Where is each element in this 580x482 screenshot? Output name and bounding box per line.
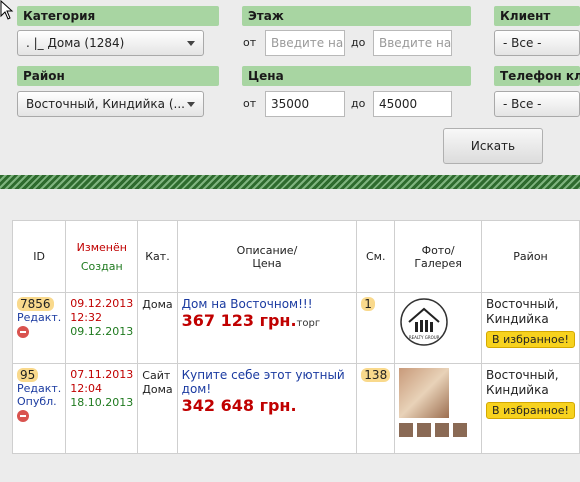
- price-to-label: до: [351, 97, 366, 110]
- table-row: 95 Редакт. Опубл. 07.11.2013 12:04 18.10…: [11, 363, 580, 454]
- district-label: Район: [17, 66, 219, 86]
- client-select-value: - Все -: [503, 36, 542, 50]
- floor-to-label: до: [351, 36, 366, 49]
- filter-panel: Категория . |_ Дома (1284) Этаж от Введи…: [0, 0, 580, 175]
- cell-description: Купите себе этот уютный дом! 342 648 грн…: [176, 363, 358, 454]
- price-note: торг: [296, 318, 321, 329]
- modified-date: 09.12.2013: [70, 297, 134, 310]
- category-select[interactable]: . |_ Дома (1284): [17, 30, 204, 56]
- cell-sm: 138: [356, 363, 396, 454]
- cell-dates: 07.11.2013 12:04 18.10.2013: [65, 363, 139, 454]
- sm-count: 138: [361, 368, 391, 382]
- header-created: Создан: [80, 259, 123, 273]
- header-id[interactable]: ID: [11, 220, 67, 293]
- district-select[interactable]: Восточный, Киндийка (...: [17, 91, 204, 117]
- category-text: Сайт Дома: [142, 369, 173, 396]
- gallery-thumb[interactable]: [453, 423, 468, 437]
- header-modified-created[interactable]: Изменён Создан: [65, 220, 139, 293]
- price-from-input[interactable]: 35000: [265, 91, 345, 117]
- floor-from-input[interactable]: Введите нач: [265, 30, 345, 56]
- gallery-thumb[interactable]: [435, 423, 450, 437]
- category-label: Категория: [17, 6, 219, 26]
- district-text: Восточный, Киндийка: [486, 368, 559, 397]
- delete-icon[interactable]: [17, 326, 29, 338]
- gallery-thumbs: [399, 418, 477, 440]
- listing-title-link[interactable]: Купите себе этот уютный дом!: [182, 368, 353, 396]
- listing-price: 342 648 грн.: [181, 396, 297, 415]
- results-area: ID Изменён Создан Кат. Описание/ Цена См…: [0, 189, 580, 482]
- cell-category: Сайт Дома: [137, 363, 178, 454]
- district-select-value: Восточный, Киндийка (...: [26, 97, 185, 111]
- header-description-text: Описание/ Цена: [236, 243, 298, 270]
- floor-to-input[interactable]: Введите нач: [373, 30, 452, 56]
- client-select[interactable]: - Все -: [494, 30, 580, 56]
- gallery-thumb[interactable]: [417, 423, 432, 437]
- price-label: Цена: [242, 66, 471, 86]
- header-photo[interactable]: Фото/ Галерея: [394, 220, 483, 293]
- cell-dates: 09.12.2013 12:32 09.12.2013: [65, 292, 139, 364]
- cell-district: Восточный, Киндийка В избранное!: [481, 363, 580, 454]
- cell-category: Дома: [137, 292, 178, 364]
- gallery-thumb[interactable]: [399, 423, 414, 437]
- header-district[interactable]: Район: [481, 220, 580, 293]
- header-modified: Изменён: [76, 240, 127, 254]
- table-header-row: ID Изменён Создан Кат. Описание/ Цена См…: [11, 220, 580, 293]
- price-to-input[interactable]: 45000: [373, 91, 452, 117]
- price-from-label: от: [243, 97, 257, 110]
- table-row: 7856 Редакт. 09.12.2013 12:32 09.12.2013…: [11, 292, 580, 364]
- mouse-cursor-icon: [0, 0, 14, 20]
- floor-label: Этаж: [242, 6, 471, 26]
- logo-text: REALTY GROUP: [409, 335, 440, 340]
- delete-icon[interactable]: [17, 410, 29, 422]
- listing-id: 7856: [17, 297, 54, 311]
- district-text: Восточный, Киндийка: [486, 297, 559, 326]
- sm-count: 1: [361, 297, 375, 311]
- publish-link[interactable]: Опубл.: [17, 395, 61, 408]
- created-date: 18.10.2013: [70, 396, 134, 409]
- edit-link[interactable]: Редакт.: [17, 311, 61, 324]
- edit-link[interactable]: Редакт.: [17, 382, 61, 395]
- header-category[interactable]: Кат.: [137, 220, 178, 293]
- results-table: ID Изменён Создан Кат. Описание/ Цена См…: [11, 220, 580, 454]
- cell-sm: 1: [356, 292, 396, 364]
- cell-photo: REALTY GROUP: [394, 292, 483, 364]
- cell-description: Дом на Восточном!!! 367 123 грн.торг: [176, 292, 358, 364]
- listing-title-link[interactable]: Дом на Восточном!!!: [182, 297, 353, 311]
- category-text: Дома: [142, 298, 173, 311]
- modified-date: 07.11.2013: [70, 368, 134, 381]
- chevron-down-icon: [187, 102, 195, 107]
- header-sm[interactable]: См.: [356, 220, 396, 293]
- chevron-down-icon: [187, 41, 195, 46]
- header-description[interactable]: Описание/ Цена: [176, 220, 358, 293]
- listing-price: 367 123 грн.: [181, 311, 297, 330]
- add-favorite-button[interactable]: В избранное!: [486, 331, 575, 348]
- listing-id: 95: [17, 368, 39, 382]
- modified-time: 12:04: [70, 382, 102, 395]
- realty-group-logo[interactable]: REALTY GROUP: [399, 297, 449, 347]
- cell-id: 95 Редакт. Опубл.: [11, 363, 67, 454]
- cell-district: Восточный, Киндийка В избранное!: [481, 292, 580, 364]
- modified-time: 12:32: [70, 311, 102, 324]
- cell-id: 7856 Редакт.: [11, 292, 67, 364]
- floor-from-label: от: [243, 36, 257, 49]
- header-photo-text: Фото/ Галерея: [414, 243, 462, 270]
- add-favorite-button[interactable]: В избранное!: [486, 402, 575, 419]
- client-label: Клиент: [494, 6, 580, 26]
- phone-select[interactable]: - Все -: [494, 91, 580, 117]
- divider-stripe: [0, 175, 580, 189]
- search-button[interactable]: Искать: [443, 128, 543, 164]
- phone-select-value: - Все -: [503, 97, 542, 111]
- category-select-value: . |_ Дома (1284): [26, 36, 125, 50]
- cell-photo: [394, 363, 483, 454]
- created-date: 09.12.2013: [70, 325, 134, 338]
- phone-label: Телефон клие: [494, 66, 580, 86]
- listing-photo[interactable]: [399, 368, 450, 418]
